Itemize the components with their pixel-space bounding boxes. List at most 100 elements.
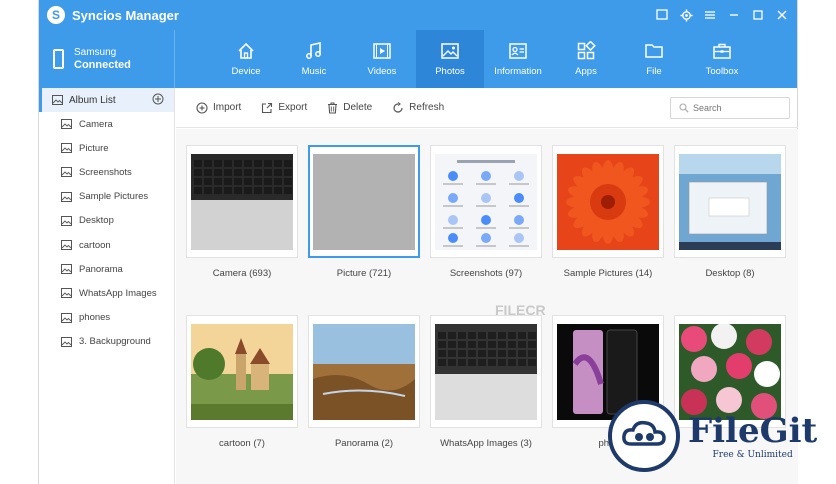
album-icon [61,215,72,226]
album-card-label: Sample Pictures (14) [563,268,653,279]
album-item-label: Picture [79,142,109,154]
album-card[interactable]: cartoon (7) [186,315,298,449]
photo-icon [441,43,459,59]
device-status: Connected [74,59,131,71]
album-item-label: Desktop [79,215,114,227]
import-icon [196,101,208,114]
tab-device[interactable]: Device [212,30,280,88]
tab-photos-label: Photos [435,66,465,77]
album-card[interactable]: Desktop (8) [674,145,786,279]
video-icon [373,43,391,59]
album-icon [61,167,72,178]
album-item-label: Panorama [79,263,123,275]
title-bar: S Syncios Manager [39,0,797,30]
sidebar-album-item[interactable]: Screenshots [39,160,174,184]
tab-device-label: Device [231,66,261,77]
album-card-label: Camera (693) [212,268,272,279]
album-card[interactable]: Sample Pictures (14) [552,145,664,279]
album-icon [61,336,72,347]
album-thumbnail[interactable] [552,145,664,258]
maximize-icon[interactable] [749,6,767,24]
add-album-icon[interactable] [152,93,164,108]
tab-videos-label: Videos [367,66,397,77]
search-box[interactable] [670,97,790,119]
album-card[interactable]: Picture (721) [308,145,420,279]
sidebar-album-item[interactable]: cartoon [39,233,174,257]
tab-toolbox[interactable]: Toolbox [688,30,756,88]
home-icon [238,42,254,59]
album-sidebar: Album List Camera Picture Screenshots Sampl… [39,88,175,484]
album-card-label: Picture (721) [336,268,392,279]
device-name: Samsung [74,47,117,58]
export-label: Export [278,102,308,113]
settings-gear-icon[interactable] [677,6,695,24]
album-card[interactable]: Panorama (2) [308,315,420,449]
album-card[interactable]: Screenshots (97) [430,145,542,279]
tab-photos[interactable]: Photos [416,30,484,88]
sidebar-album-item[interactable]: Picture [39,136,174,160]
nav-tabs: Device Music Videos Photos Information A… [212,30,756,88]
album-thumbnail[interactable] [430,145,542,258]
filegit-tagline: Free & Unlimited [712,450,793,460]
album-item-label: WhatsApp Images [79,287,157,299]
album-icon [61,240,72,251]
album-thumbnail[interactable] [674,145,786,258]
album-card[interactable]: Camera (693) [186,145,298,279]
syncios-logo-icon: S [47,6,65,24]
search-icon [679,103,689,113]
trash-icon [328,101,338,114]
photo-toolbar: Import Export Delete Refresh [176,88,798,128]
sidebar-album-item[interactable]: Sample Pictures [39,185,174,209]
filegit-watermark: FileGit Free & Unlimited [608,400,817,472]
album-thumbnail[interactable] [308,315,420,428]
main-nav: Samsung Connected Device Music Videos Ph… [39,30,797,88]
album-card-label: Screenshots (97) [449,268,523,279]
contact-card-icon [509,43,527,59]
toolbox-icon [713,43,731,59]
album-card-label: WhatsApp Images (3) [440,438,532,449]
close-icon[interactable] [773,6,791,24]
filegit-name: FileGit [688,411,818,451]
phone-icon [53,49,64,69]
album-thumbnail[interactable] [430,315,542,428]
tab-information[interactable]: Information [484,30,552,88]
search-input[interactable] [693,103,783,113]
sidebar-album-item[interactable]: Desktop [39,209,174,233]
tab-apps[interactable]: Apps [552,30,620,88]
import-button[interactable]: Import [196,101,241,114]
feedback-icon[interactable] [653,6,671,24]
album-list-header[interactable]: Album List [39,88,174,112]
refresh-button[interactable]: Refresh [392,101,445,114]
device-panel[interactable]: Samsung Connected [39,30,175,88]
album-item-label: Sample Pictures [79,191,149,203]
album-item-label: Camera [79,118,113,130]
export-button[interactable]: Export [261,102,307,114]
sidebar-album-item[interactable]: 3. Backupground [39,330,174,354]
sidebar-album-item[interactable]: Panorama [39,257,174,281]
album-card-label: Panorama (2) [334,438,394,449]
filecr-watermark: FILECR [495,302,546,318]
album-thumbnail[interactable] [308,145,420,258]
album-icon [61,312,72,323]
album-thumbnail[interactable] [186,145,298,258]
album-item-label: phones [79,312,111,324]
album-item-label: cartoon [79,239,111,251]
sidebar-album-item[interactable]: phones [39,306,174,330]
delete-label: Delete [343,102,373,113]
album-card[interactable]: WhatsApp Images (3) [430,315,542,449]
filegit-logo-icon [608,400,680,472]
menu-icon[interactable] [701,6,719,24]
refresh-label: Refresh [409,102,445,113]
tab-file[interactable]: File [620,30,688,88]
album-icon [61,264,72,275]
delete-button[interactable]: Delete [327,101,373,114]
album-thumbnail[interactable] [186,315,298,428]
tab-apps-label: Apps [575,66,597,77]
tab-file-label: File [646,66,662,77]
tab-music[interactable]: Music [280,30,348,88]
tab-videos[interactable]: Videos [348,30,416,88]
sidebar-album-item[interactable]: WhatsApp Images [39,281,174,305]
tab-music-label: Music [301,66,327,77]
sidebar-album-item[interactable]: Camera [39,112,174,136]
minimize-icon[interactable] [725,6,743,24]
